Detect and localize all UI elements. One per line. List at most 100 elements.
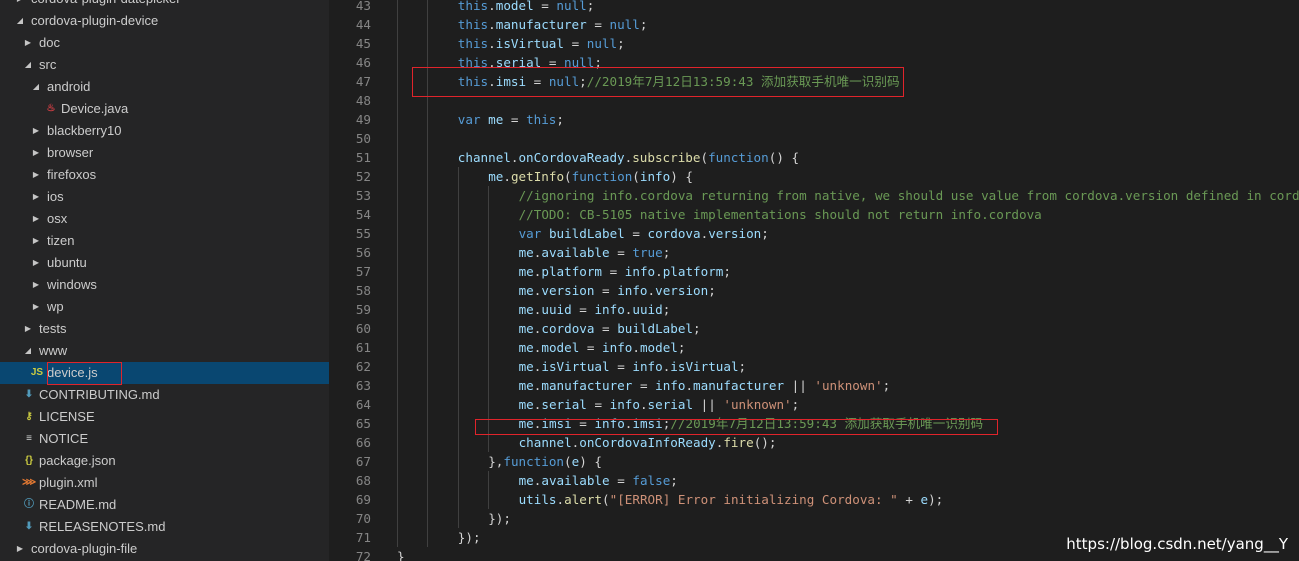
code-line[interactable]: 50 — [329, 129, 1299, 148]
chevron-right-icon[interactable]: ▶ — [31, 164, 41, 186]
code-line[interactable]: 48 — [329, 91, 1299, 110]
code-line[interactable]: 68 me.available = false; — [329, 471, 1299, 490]
indent-guide — [397, 414, 398, 433]
function-token: subscribe — [632, 150, 701, 165]
code-line[interactable]: 57 me.platform = info.platform; — [329, 262, 1299, 281]
indent-guide — [397, 376, 398, 395]
chevron-right-icon[interactable]: ▶ — [31, 142, 41, 164]
code-line[interactable]: 64 me.serial = info.serial || 'unknown'; — [329, 395, 1299, 414]
code-line[interactable]: 69 utils.alert("[ERROR] Error initializin… — [329, 490, 1299, 509]
explorer-folder-ubuntu[interactable]: ▶ ubuntu — [0, 252, 329, 274]
code-line[interactable]: 55 var buildLabel = cordova.version; — [329, 224, 1299, 243]
chevron-right-icon[interactable]: ▶ — [23, 318, 33, 340]
code-line[interactable]: 46 this.serial = null; — [329, 53, 1299, 72]
chevron-down-icon[interactable]: ◢ — [31, 76, 41, 98]
explorer-file-package-json[interactable]: {} package.json — [0, 450, 329, 472]
explorer-folder-tests[interactable]: ▶ tests — [0, 318, 329, 340]
identifier-token: manufacturer — [541, 378, 633, 393]
explorer-folder-cordova-plugin-datepicker[interactable]: ▶ cordova-plugin-datepicker — [0, 0, 329, 10]
explorer-folder-doc[interactable]: ▶ doc — [0, 32, 329, 54]
explorer-file-device-js[interactable]: JS device.js — [0, 362, 329, 384]
explorer-folder-blackberry10[interactable]: ▶ blackberry10 — [0, 120, 329, 142]
chevron-right-icon[interactable]: ▶ — [15, 0, 25, 10]
chevron-right-icon[interactable]: ▶ — [23, 32, 33, 54]
code-text: me.isVirtual = info.isVirtual; — [519, 357, 747, 376]
chevron-down-icon[interactable]: ◢ — [23, 340, 33, 362]
code-line[interactable]: 43 this.model = null; — [329, 0, 1299, 15]
indent-guide — [397, 15, 398, 34]
punctuation-token: = — [632, 378, 656, 393]
explorer-folder-windows[interactable]: ▶ windows — [0, 274, 329, 296]
code-line[interactable]: 45 this.isVirtual = null; — [329, 34, 1299, 53]
code-line[interactable]: 49 var me = this; — [329, 110, 1299, 129]
code-line[interactable]: 52 me.getInfo(function(info) { — [329, 167, 1299, 186]
indent-guide — [427, 148, 429, 167]
explorer-item-label: ios — [47, 189, 64, 204]
function-token: getInfo — [510, 169, 565, 184]
code-line[interactable]: 66 channel.onCordovaInfoReady.fire(); — [329, 433, 1299, 452]
explorer-item-label: package.json — [39, 453, 116, 468]
explorer-file-releasenotes-md[interactable]: ⬇ RELEASENOTES.md — [0, 516, 329, 538]
line-number: 60 — [355, 321, 371, 336]
chevron-right-icon[interactable]: ▶ — [31, 230, 41, 252]
code-line[interactable]: 70}); — [329, 509, 1299, 528]
code-line[interactable]: 59 me.uuid = info.uuid; — [329, 300, 1299, 319]
chevron-right-icon[interactable]: ▶ — [15, 538, 25, 560]
explorer-folder-osx[interactable]: ▶ osx — [0, 208, 329, 230]
indent-guide — [397, 262, 398, 281]
comment-token: //ignoring info.cordova returning from n… — [518, 188, 1299, 203]
explorer-file-device-java[interactable]: ♨ Device.java — [0, 98, 329, 120]
indent-guide — [457, 471, 459, 490]
explorer-folder-src[interactable]: ◢ src — [0, 54, 329, 76]
code-editor[interactable]: 43 this.model = null; 44 this.manufacturer … — [329, 0, 1299, 561]
explorer-folder-browser[interactable]: ▶ browser — [0, 142, 329, 164]
chevron-right-icon[interactable]: ▶ — [31, 208, 41, 230]
keyword-token: this — [457, 17, 489, 32]
code-line[interactable]: 44 this.manufacturer = null; — [329, 15, 1299, 34]
code-line[interactable]: 51 channel.onCordovaReady.subscribe(funct… — [329, 148, 1299, 167]
comment-token: //2019年7月12日13:59:43 添加获取手机唯一识别码 — [586, 74, 900, 89]
explorer-folder-tizen[interactable]: ▶ tizen — [0, 230, 329, 252]
chevron-right-icon[interactable]: ▶ — [31, 274, 41, 296]
line-number: 44 — [355, 17, 371, 32]
indent-guide — [427, 129, 429, 148]
explorer-file-plugin-xml[interactable]: ⋙ plugin.xml — [0, 472, 329, 494]
code-line[interactable]: 62 me.isVirtual = info.isVirtual; — [329, 357, 1299, 376]
code-line[interactable]: 65 me.imsi = info.imsi;//2019年7月12日13:59:… — [329, 414, 1299, 433]
chevron-right-icon[interactable]: ▶ — [31, 120, 41, 142]
code-line[interactable]: 63 me.manufacturer = info.manufacturer ||… — [329, 376, 1299, 395]
explorer-item-label: cordova-plugin-device — [31, 13, 159, 28]
explorer-folder-cordova-plugin-device[interactable]: ◢ cordova-plugin-device — [0, 10, 329, 32]
identifier-token: info — [617, 283, 648, 298]
explorer-folder-android[interactable]: ◢ android — [0, 76, 329, 98]
explorer-folder-wp[interactable]: ▶ wp — [0, 296, 329, 318]
code-line[interactable]: 53 //ignoring info.cordova returning from… — [329, 186, 1299, 205]
code-line[interactable]: 58 me.version = info.version; — [329, 281, 1299, 300]
indent-guide — [488, 319, 490, 338]
explorer-folder-www[interactable]: ◢ www — [0, 340, 329, 362]
punctuation-token: ( — [602, 492, 610, 507]
explorer-folder-ios[interactable]: ▶ ios — [0, 186, 329, 208]
explorer-folder-cordova-plugin-file[interactable]: ▶ cordova-plugin-file — [0, 538, 329, 560]
indent-guide — [427, 243, 429, 262]
chevron-right-icon[interactable]: ▶ — [31, 252, 41, 274]
explorer-file-license[interactable]: ⚷ LICENSE — [0, 406, 329, 428]
chevron-right-icon[interactable]: ▶ — [31, 186, 41, 208]
explorer-file-notice[interactable]: ≡ NOTICE — [0, 428, 329, 450]
explorer-file-readme-md[interactable]: ⓘ README.md — [0, 494, 329, 516]
chevron-down-icon[interactable]: ◢ — [15, 10, 25, 32]
code-line[interactable]: 47 this.imsi = null;//2019年7月12日13:59:43 … — [329, 72, 1299, 91]
code-line[interactable]: 67},function(e) { — [329, 452, 1299, 471]
explorer-folder-firefoxos[interactable]: ▶ firefoxos — [0, 164, 329, 186]
code-line[interactable]: 61 me.model = info.model; — [329, 338, 1299, 357]
chevron-down-icon[interactable]: ◢ — [23, 54, 33, 76]
code-line[interactable]: 56 me.available = true; — [329, 243, 1299, 262]
identifier-token: platform — [662, 264, 724, 279]
explorer-file-contributing-md[interactable]: ⬇ CONTRIBUTING.md — [0, 384, 329, 406]
punctuation-token — [481, 112, 489, 127]
code-text: this.serial = null; — [458, 53, 602, 72]
chevron-right-icon[interactable]: ▶ — [31, 296, 41, 318]
code-line[interactable]: 54 //TODO: CB-5105 native implementations… — [329, 205, 1299, 224]
identifier-token: imsi — [541, 416, 572, 431]
code-line[interactable]: 60 me.cordova = buildLabel; — [329, 319, 1299, 338]
